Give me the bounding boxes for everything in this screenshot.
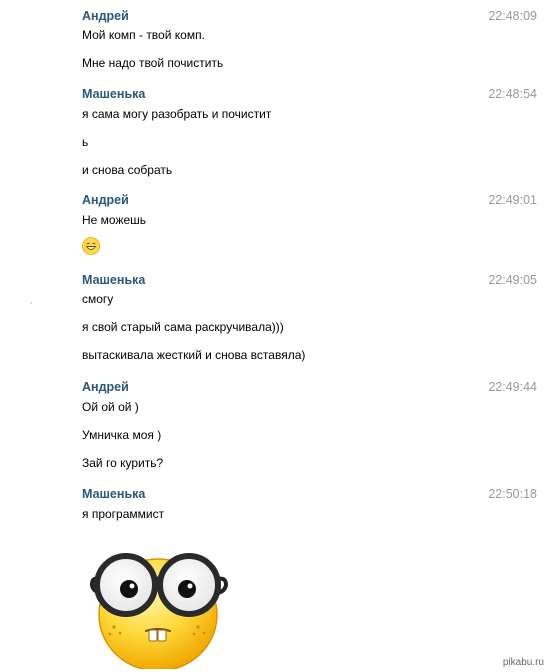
message-text: смогу (82, 292, 114, 306)
message-time[interactable]: 22:49:44 (488, 380, 537, 394)
grin-emoji-icon (82, 237, 100, 255)
message-time[interactable]: 22:48:54 (488, 87, 537, 101)
message-text: я свой старый сама раскручивала))) (82, 320, 284, 334)
decor-dot (30, 302, 32, 304)
message-author[interactable]: Андрей (82, 9, 129, 23)
message-text: вытаскивала жесткий и снова вставяла) (82, 348, 306, 362)
nerd-smiley-sticker-icon (89, 553, 229, 669)
message-author[interactable]: Машенька (82, 87, 145, 101)
watermark: pikabu.ru (502, 657, 544, 668)
message-text: я программист (82, 507, 165, 521)
message-text: и снова собрать (82, 163, 173, 177)
message-author[interactable]: Андрей (82, 380, 129, 394)
message-text: Мой комп - твой комп. (82, 28, 205, 42)
message-text: я сама могу разобрать и почистит (82, 107, 272, 121)
message-time[interactable]: 22:50:18 (488, 487, 537, 501)
message-text: Умничка моя ) (82, 428, 162, 442)
message-text: Мне надо твой почистить (82, 56, 224, 70)
message-text: Ой ой ой ) (82, 400, 139, 414)
message-text: Зай го курить? (82, 456, 164, 470)
message-time[interactable]: 22:49:05 (488, 273, 537, 287)
message-author[interactable]: Машенька (82, 487, 145, 501)
message-time[interactable]: 22:49:01 (488, 193, 537, 207)
message-author[interactable]: Андрей (82, 193, 129, 207)
message-text: ь (82, 135, 89, 149)
message-time[interactable]: 22:48:09 (488, 9, 537, 23)
message-text: Не можешь (82, 213, 147, 227)
message-author[interactable]: Машенька (82, 273, 145, 287)
